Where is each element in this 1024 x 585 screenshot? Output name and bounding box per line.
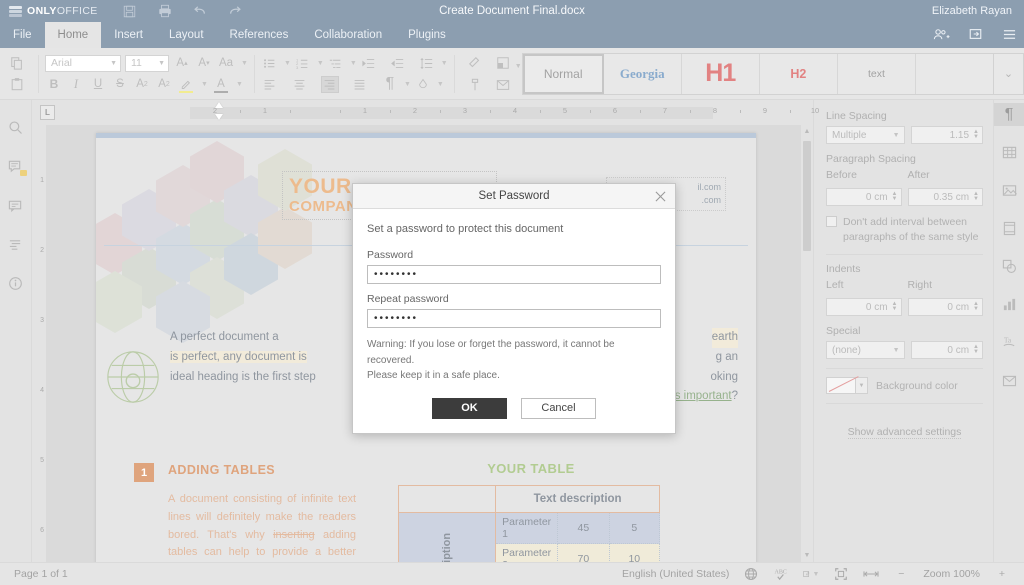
warning-line-1: Warning: If you lose or forget the passw… <box>367 339 615 366</box>
dialog-header: Set Password <box>353 184 675 209</box>
cancel-button[interactable]: Cancel <box>521 397 596 419</box>
password-label: Password <box>367 249 414 261</box>
close-icon[interactable] <box>653 189 667 203</box>
warning-line-2: Please keep it in a safe place. <box>367 370 500 381</box>
dialog-description: Set a password to protect this document <box>367 223 564 235</box>
repeat-password-input[interactable]: •••••••• <box>367 309 661 328</box>
set-password-dialog: Set Password Set a password to protect t… <box>352 183 676 434</box>
password-warning: Warning: If you lose or forget the passw… <box>367 337 661 384</box>
repeat-password-label: Repeat password <box>367 293 449 305</box>
dialog-title: Set Password <box>478 190 550 202</box>
ok-button[interactable]: OK <box>432 397 507 419</box>
password-input[interactable]: •••••••• <box>367 265 661 284</box>
